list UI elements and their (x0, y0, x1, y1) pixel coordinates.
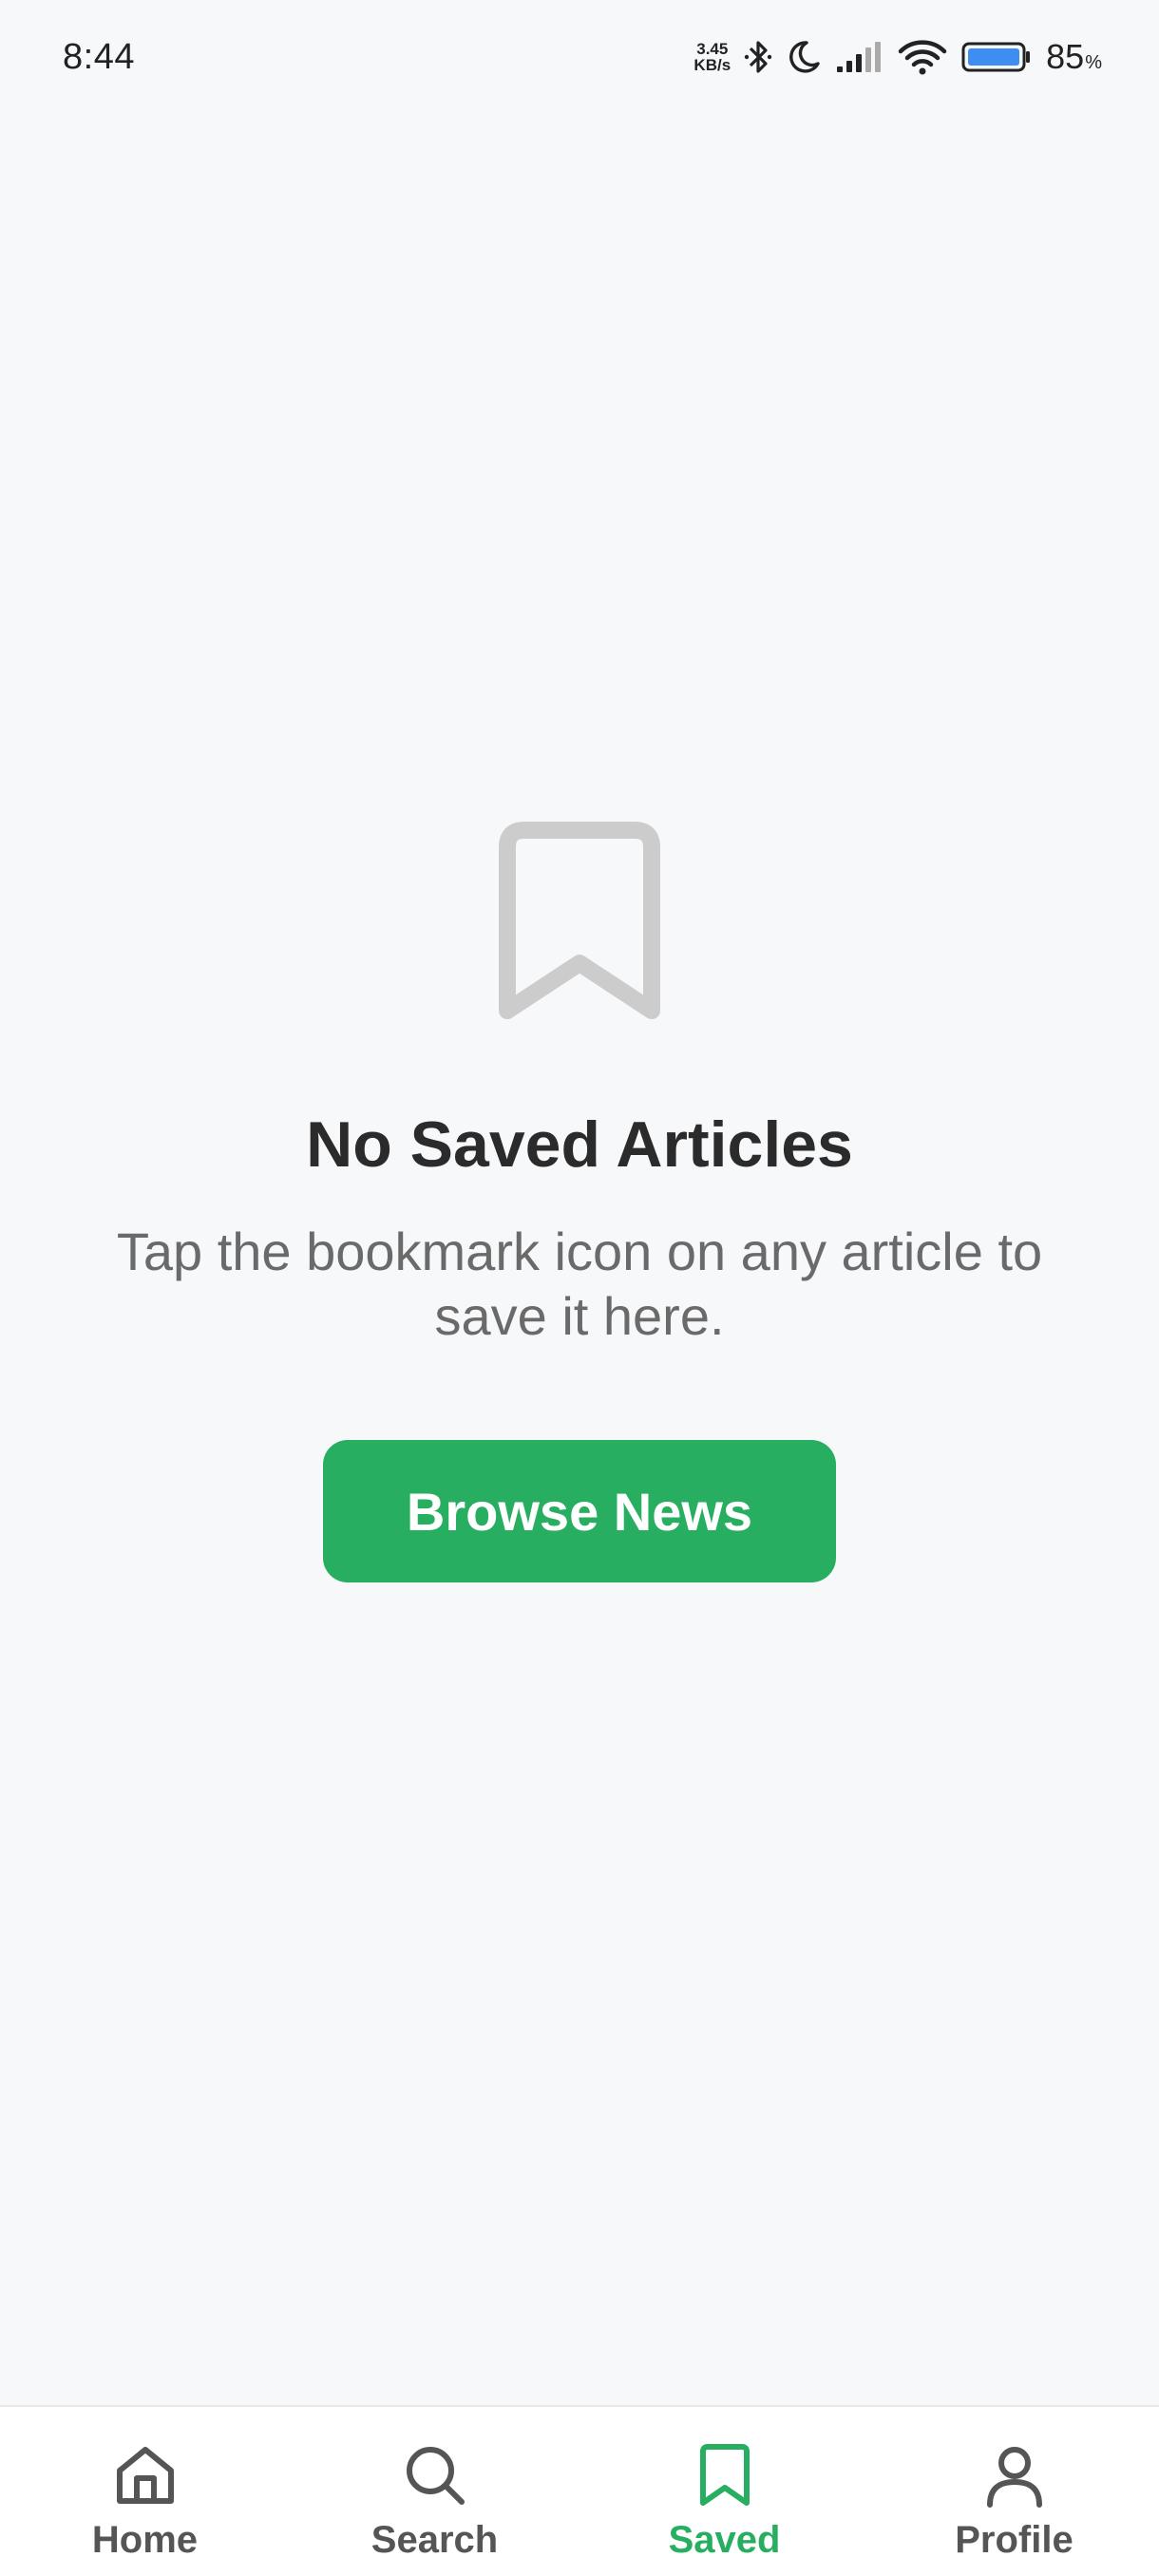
saved-screen: 8:44 3.45 KB/s 85 % No Saved Articles Ta… (0, 0, 1159, 2576)
bookmark-icon (499, 822, 660, 1019)
empty-state-title: No Saved Articles (306, 1108, 853, 1181)
empty-state-message: Tap the bookmark icon on any article to … (116, 1222, 1043, 1346)
network-speed: 3.45 KB/s (694, 41, 731, 73)
empty-state: No Saved Articles Tap the bookmark icon … (0, 817, 1159, 1582)
status-bar: 8:44 3.45 KB/s 85 % (0, 0, 1159, 114)
browse-news-button[interactable]: Browse News (323, 1440, 836, 1582)
status-time: 8:44 (63, 36, 135, 77)
nav-label-saved: Saved (668, 2519, 781, 2561)
status-icons: 3.45 KB/s 85 % (694, 37, 1102, 77)
search-icon (401, 2441, 469, 2510)
battery-percent-value: 85 (1046, 37, 1085, 76)
battery-percent: 85 % (1046, 37, 1102, 77)
nav-item-saved[interactable]: Saved (582, 2407, 867, 2576)
nav-item-search[interactable]: Search (293, 2407, 578, 2576)
wifi-icon (898, 38, 947, 76)
nav-label-profile: Profile (955, 2519, 1074, 2561)
nav-item-home[interactable]: Home (3, 2407, 288, 2576)
bluetooth-icon (744, 38, 772, 76)
battery-percent-sign: % (1085, 52, 1102, 73)
network-speed-unit: KB/s (694, 56, 732, 74)
moon-icon (786, 39, 822, 75)
bottom-nav: Home Search Saved Profile (0, 2405, 1159, 2576)
bookmark-icon (691, 2441, 759, 2510)
signal-icon (835, 40, 884, 74)
network-speed-value: 3.45 (696, 40, 729, 58)
nav-label-search: Search (370, 2519, 499, 2561)
battery-icon (960, 38, 1033, 76)
nav-item-profile[interactable]: Profile (872, 2407, 1157, 2576)
home-icon (111, 2441, 180, 2510)
nav-label-home: Home (91, 2519, 199, 2561)
profile-icon (980, 2441, 1049, 2510)
